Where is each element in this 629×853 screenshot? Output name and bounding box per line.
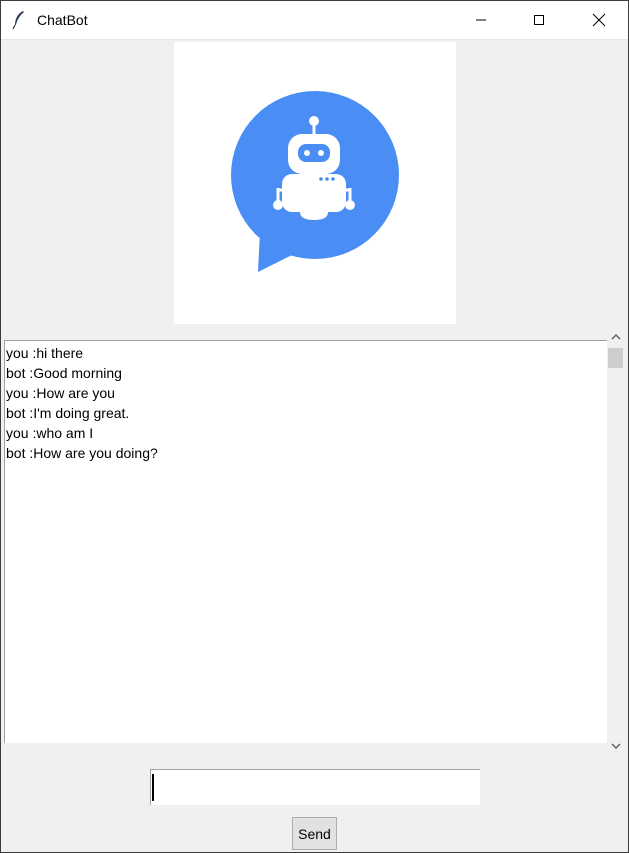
- maximize-icon: [534, 15, 544, 25]
- chevron-down-icon: [610, 742, 621, 749]
- scroll-thumb[interactable]: [608, 348, 623, 368]
- chat-log[interactable]: you :hi there bot :Good morning you :How…: [4, 340, 607, 743]
- message-list: you :hi there bot :Good morning you :How…: [6, 343, 158, 463]
- feather-icon: [12, 11, 24, 30]
- chat-message: you :hi there: [6, 345, 84, 361]
- chat-message: bot :I'm doing great.: [6, 405, 130, 421]
- title-bar[interactable]: ChatBot: [1, 1, 628, 40]
- chat-scrollbar[interactable]: [607, 328, 624, 754]
- scroll-up-button[interactable]: [607, 328, 624, 345]
- minimize-icon: [476, 19, 486, 21]
- maximize-button[interactable]: [510, 1, 568, 39]
- minimize-button[interactable]: [452, 1, 510, 39]
- message-input[interactable]: [150, 769, 480, 805]
- send-button[interactable]: Send: [292, 817, 337, 850]
- chat-message: you :who am I: [6, 425, 94, 441]
- close-icon: [592, 13, 606, 27]
- scroll-down-button[interactable]: [607, 737, 624, 754]
- chevron-up-icon: [610, 333, 621, 340]
- text-cursor: [152, 774, 154, 801]
- window-title: ChatBot: [37, 12, 88, 28]
- close-button[interactable]: [570, 1, 628, 39]
- chat-message: you :How are you: [6, 385, 115, 401]
- chatbot-robot-icon: [231, 91, 399, 272]
- chatbot-logo: [174, 42, 456, 324]
- chatbot-window: ChatBot you:hi there bot:Good morning …: [0, 0, 629, 853]
- chat-message: bot :Good morning: [6, 365, 122, 381]
- chat-message: bot :How are you doing?: [6, 445, 158, 461]
